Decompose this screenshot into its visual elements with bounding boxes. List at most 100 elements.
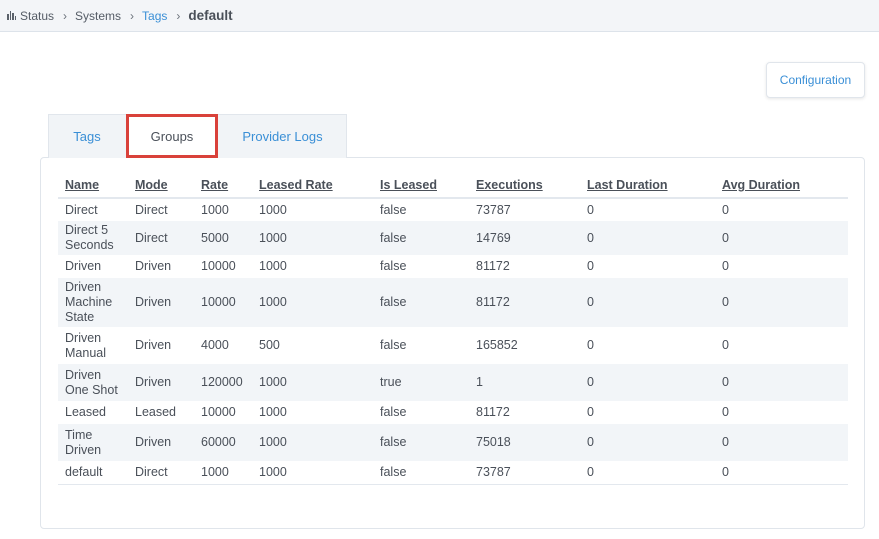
cell-executions: 73787 [469,461,580,485]
column-header-mode[interactable]: Mode [128,172,194,199]
cell-mode: Direct [128,461,194,485]
cell-executions: 14769 [476,230,511,245]
cell-executions: 75018 [476,435,511,449]
cell-mode: Driven [135,375,172,389]
cell-mode: Driven [135,435,172,449]
table-row: Time Driven Driven 60000 1000 false 75018 0 0 [58,424,848,461]
cell-rate: 1000 [194,461,252,485]
breadcrumb-tags[interactable]: Tags [142,9,167,23]
cell-avg-duration: 0 [722,435,729,449]
cell-executions: 81172 [476,295,510,309]
cell-avg-duration: 0 [722,202,729,217]
cell-last-duration: 0 [587,435,594,449]
cell-mode: Leased [135,405,177,419]
cell-executions: 73787 [476,202,511,217]
cell-mode: Driven [135,259,172,273]
cell-leased-rate: 1000 [259,202,287,217]
cell-mode: Direct [135,230,168,245]
column-header-name[interactable]: Name [58,172,128,199]
cell-avg-duration: 0 [715,461,848,485]
cell-rate: 1000 [201,202,229,217]
cell-name: Leased [65,405,107,419]
cell-leased-rate: 1000 [252,461,373,485]
cell-mode: Driven [135,338,172,352]
cell-is-leased: true [380,375,402,389]
cell-last-duration: 0 [587,405,594,419]
column-header-executions[interactable]: Executions [469,172,580,199]
cell-avg-duration: 0 [722,230,729,245]
cell-avg-duration: 0 [722,259,729,273]
column-header-rate[interactable]: Rate [194,172,252,199]
cell-leased-rate: 1000 [259,230,287,245]
cell-last-duration: 0 [587,295,594,309]
cell-name: Driven Machine State [65,280,113,324]
cell-is-leased: false [373,461,469,485]
column-header-last-duration[interactable]: Last Duration [580,172,715,199]
cell-is-leased: false [380,259,407,273]
cell-avg-duration: 0 [722,295,729,309]
bar-chart-icon [7,11,16,20]
cell-avg-duration: 0 [722,375,729,389]
table-row: Leased Leased 10000 1000 false 81172 0 0 [58,401,848,424]
chevron-right-icon: › [130,8,135,23]
configuration-button[interactable]: Configuration [766,62,865,98]
table-row: Direct 5 Seconds Direct 5000 1000 false 14769… [58,221,848,255]
breadcrumb: Status › Systems › Tags › default [0,0,879,32]
cell-is-leased: false [380,202,407,217]
cell-avg-duration: 0 [722,405,729,419]
cell-last-duration: 0 [587,338,594,352]
cell-rate: 10000 [201,259,236,273]
tab-tags[interactable]: Tags [48,114,126,158]
chevron-right-icon: › [176,8,181,23]
cell-is-leased: false [380,230,407,245]
cell-name: Time Driven [65,427,102,457]
cell-executions: 1 [476,375,483,389]
cell-name: Driven One Shot [65,367,118,397]
cell-name: Driven [65,259,102,273]
cell-leased-rate: 1000 [259,435,287,449]
table-row: default Direct 1000 1000 false 73787 0 0 [58,461,848,485]
cell-is-leased: false [380,338,407,352]
cell-executions: 81172 [476,405,510,419]
cell-is-leased: false [380,435,407,449]
breadcrumb-systems[interactable]: Systems [75,9,121,23]
cell-name: Direct [65,202,98,217]
cell-last-duration: 0 [587,259,594,273]
cell-name: default [58,461,128,485]
cell-rate: 60000 [201,435,236,449]
cell-leased-rate: 1000 [259,295,287,309]
table-row: Driven Driven 10000 1000 false 81172 0 0 [58,255,848,278]
table-row: Driven Machine State Driven 10000 1000 false… [58,278,848,327]
cell-avg-duration: 0 [722,338,729,352]
table-row: Driven One Shot Driven 120000 1000 true 1 0 0 [58,364,848,401]
table-row: Direct Direct 1000 1000 false 73787 0 0 [58,198,848,221]
cell-rate: 10000 [201,295,236,309]
column-header-leased-rate[interactable]: Leased Rate [252,172,373,199]
cell-last-duration: 0 [587,375,594,389]
breadcrumb-current: default [188,8,233,23]
cell-last-duration: 0 [580,461,715,485]
tab-groups[interactable]: Groups [126,114,218,158]
groups-table: Name Mode Rate Leased Rate Is Leased Exe… [58,172,848,485]
cell-leased-rate: 500 [259,338,280,352]
tab-bar: Tags Groups Provider Logs [48,114,347,158]
cell-name: Driven Manual [65,330,106,360]
column-header-avg-duration[interactable]: Avg Duration [715,172,848,199]
column-header-is-leased[interactable]: Is Leased [373,172,469,199]
chevron-right-icon: › [63,8,68,23]
cell-rate: 120000 [201,375,243,389]
cell-name: Direct 5 Seconds [65,223,114,252]
cell-last-duration: 0 [587,202,594,217]
cell-rate: 10000 [201,405,236,419]
cell-rate: 5000 [201,230,229,245]
tab-provider-logs[interactable]: Provider Logs [218,114,347,158]
breadcrumb-status[interactable]: Status [20,9,54,23]
cell-last-duration: 0 [587,230,594,245]
cell-leased-rate: 1000 [259,259,287,273]
cell-mode: Direct [135,202,168,217]
cell-is-leased: false [380,405,407,419]
cell-is-leased: false [380,295,407,309]
table-row: Driven Manual Driven 4000 500 false 165852 0 0 [58,327,848,364]
cell-executions: 165852 [476,338,518,352]
cell-executions: 81172 [476,259,510,273]
